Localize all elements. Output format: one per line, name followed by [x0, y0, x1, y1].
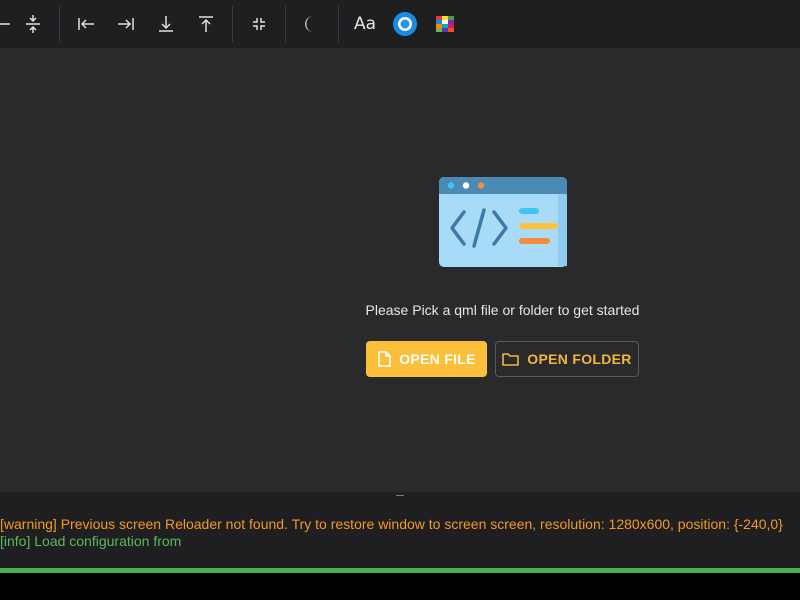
- align-top-edge-icon[interactable]: [186, 4, 226, 44]
- code-window-icon: [439, 177, 567, 267]
- status-bar: [0, 573, 800, 600]
- align-bottom-edge-icon[interactable]: [146, 4, 186, 44]
- splitter-handle[interactable]: [396, 495, 404, 496]
- toolbar-separator: [338, 6, 339, 42]
- dark-mode-icon[interactable]: [290, 4, 330, 44]
- palette-icon[interactable]: [425, 4, 465, 44]
- color-picker-icon[interactable]: [385, 4, 425, 44]
- align-right-edge-icon[interactable]: [106, 4, 146, 44]
- file-icon: [378, 351, 391, 367]
- console-log-info: [info] Load configuration from: [0, 533, 182, 549]
- empty-state-message: Please Pick a qml file or folder to get …: [365, 302, 640, 318]
- open-folder-label: OPEN FOLDER: [527, 351, 632, 367]
- folder-icon: [502, 353, 520, 366]
- align-vertical-center-icon[interactable]: [13, 4, 53, 44]
- open-file-button[interactable]: OPEN FILE: [366, 341, 487, 377]
- main-area: Please Pick a qml file or folder to get …: [0, 48, 800, 492]
- console-panel: [warning] Previous screen Reloader not f…: [0, 500, 800, 568]
- toolbar-separator: [232, 6, 233, 42]
- open-file-label: OPEN FILE: [399, 351, 476, 367]
- collapse-icon[interactable]: [239, 4, 279, 44]
- console-splitter[interactable]: [0, 492, 800, 500]
- console-log-warning: [warning] Previous screen Reloader not f…: [0, 516, 783, 532]
- font-size-label: Aa: [353, 14, 377, 34]
- toolbar: Aa: [0, 0, 800, 48]
- toolbar-separator: [59, 6, 60, 42]
- toolbar-separator: [285, 6, 286, 42]
- align-left-edge-icon[interactable]: [66, 4, 106, 44]
- open-folder-button[interactable]: OPEN FOLDER: [495, 341, 639, 377]
- font-size-icon[interactable]: Aa: [345, 4, 385, 44]
